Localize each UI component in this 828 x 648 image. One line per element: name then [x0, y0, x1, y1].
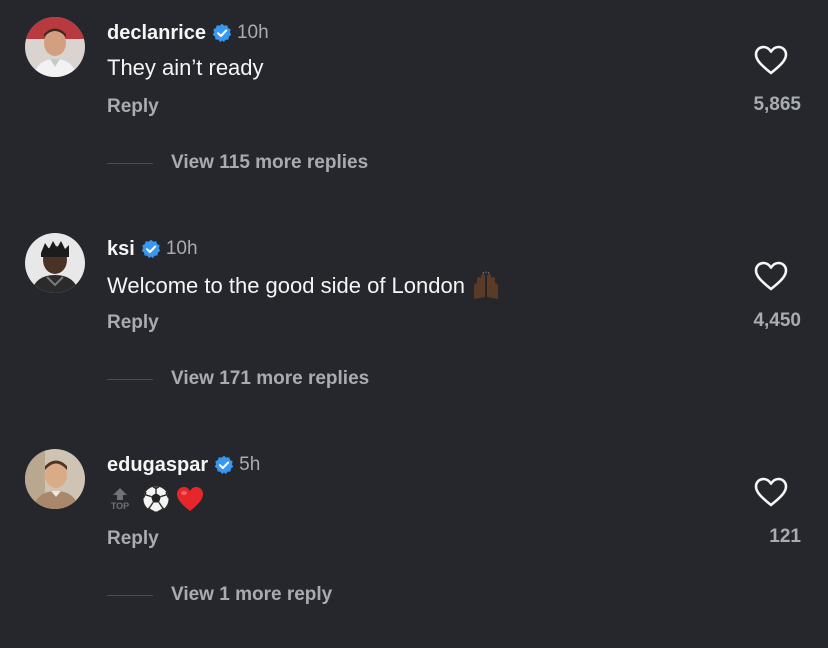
- username[interactable]: edugaspar: [107, 454, 208, 477]
- verified-badge-icon: [212, 23, 232, 43]
- heart-icon[interactable]: [754, 261, 788, 291]
- comment-text: They ain’t ready: [107, 55, 264, 81]
- verified-badge-icon: [214, 455, 234, 475]
- like-count: 5,865: [753, 94, 801, 115]
- soccer-ball-icon: [141, 484, 171, 514]
- top-badge: TOP: [107, 487, 133, 511]
- view-more-replies-button[interactable]: View 115 more replies: [171, 152, 368, 174]
- comment-text-content: They ain’t ready: [107, 55, 264, 80]
- comment-header: ksi 10h: [107, 237, 198, 261]
- avatar[interactable]: [25, 233, 85, 293]
- avatar[interactable]: [25, 17, 85, 77]
- heart-icon[interactable]: [754, 45, 788, 75]
- up-arrow-icon: [113, 488, 127, 500]
- divider-line: [107, 595, 153, 596]
- verified-badge-icon: [141, 239, 161, 259]
- comment-item: edugaspar 5h TOP Reply 121 View 1 more r…: [0, 432, 828, 648]
- like-count: 121: [769, 526, 801, 547]
- comment-text: Welcome to the good side of London: [107, 271, 501, 301]
- reply-button[interactable]: Reply: [107, 312, 159, 334]
- username[interactable]: ksi: [107, 238, 135, 261]
- comment-header: declanrice 10h: [107, 21, 269, 45]
- timestamp: 5h: [239, 454, 261, 475]
- timestamp: 10h: [236, 22, 269, 43]
- reply-button[interactable]: Reply: [107, 96, 159, 118]
- comment-item: ksi 10h Welcome to the good side of Lond…: [0, 216, 828, 432]
- red-heart-icon: [175, 484, 205, 514]
- comment-header: edugaspar 5h: [107, 453, 260, 477]
- reply-button[interactable]: Reply: [107, 528, 159, 550]
- comment-item: declanrice 10h They ain’t ready Reply 5,…: [0, 0, 828, 216]
- comment-text-content: Welcome to the good side of London: [107, 273, 465, 298]
- view-more-replies-button[interactable]: View 171 more replies: [171, 368, 369, 390]
- comment-text: TOP: [107, 484, 205, 514]
- avatar[interactable]: [25, 449, 85, 509]
- divider-line: [107, 379, 153, 380]
- view-more-replies-button[interactable]: View 1 more reply: [171, 584, 332, 606]
- timestamp: 10h: [165, 238, 198, 259]
- top-label: TOP: [110, 501, 130, 511]
- raising-hands-icon: [471, 271, 501, 301]
- username[interactable]: declanrice: [107, 22, 206, 45]
- like-count: 4,450: [753, 310, 801, 331]
- divider-line: [107, 163, 153, 164]
- heart-icon[interactable]: [754, 477, 788, 507]
